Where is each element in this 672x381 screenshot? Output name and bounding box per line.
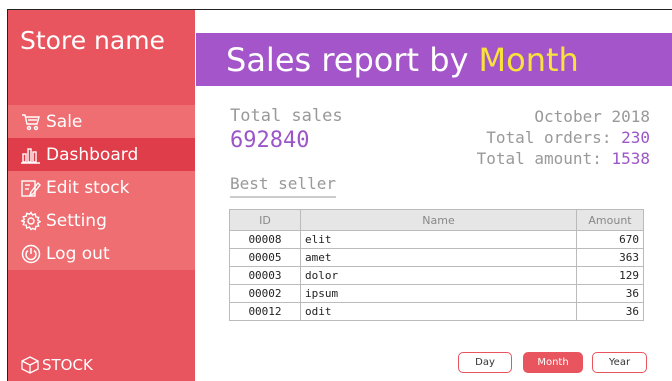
sidebar-item-label: Dashboard: [46, 144, 139, 165]
box-icon: [20, 355, 40, 375]
table-row: 00003 dolor 129: [229, 266, 644, 285]
edit-icon: [20, 178, 42, 198]
sidebar: Store name Sale Dashboard Edit stock Set…: [8, 10, 195, 381]
cell-id: 00005: [229, 248, 301, 267]
sidebar-nav: Sale Dashboard Edit stock Setting Log ou…: [8, 105, 195, 270]
cell-amount: 670: [576, 230, 644, 249]
total-orders: Total orders: 230: [477, 127, 650, 148]
sidebar-item-label: Edit stock: [46, 177, 130, 198]
cell-id: 00012: [229, 302, 301, 321]
total-orders-label: Total orders:: [486, 128, 612, 147]
sidebar-item-log-out[interactable]: Log out: [8, 237, 195, 270]
total-amount-label: Total amount:: [476, 149, 602, 168]
sidebar-item-dashboard[interactable]: Dashboard: [8, 138, 195, 171]
best-seller-table: ID Name Amount 00008 elit 670 00005 amet…: [229, 209, 644, 321]
column-header-name: Name: [300, 209, 577, 231]
cell-amount: 36: [576, 284, 644, 303]
cell-name: odit: [300, 302, 577, 321]
page-title: Sales report by: [226, 40, 469, 79]
total-orders-value: 230: [621, 128, 650, 147]
power-icon: [20, 244, 42, 264]
column-header-id: ID: [229, 209, 301, 231]
day-button[interactable]: Day: [458, 352, 512, 373]
total-sales-value: 692840: [230, 128, 310, 153]
cell-name: dolor: [300, 266, 577, 285]
gear-icon: [20, 210, 42, 231]
sidebar-item-edit-stock[interactable]: Edit stock: [8, 171, 195, 204]
bar-chart-icon: [20, 145, 42, 165]
table-row: 00012 odit 36: [229, 302, 644, 321]
cell-id: 00003: [229, 266, 301, 285]
sidebar-item-label: Setting: [46, 210, 107, 231]
cell-amount: 363: [576, 248, 644, 267]
cell-id: 00008: [229, 230, 301, 249]
table-header-row: ID Name Amount: [229, 209, 644, 231]
total-amount-value: 1538: [611, 149, 650, 168]
cell-name: ipsum: [300, 284, 577, 303]
page-header: Sales report by Month: [196, 33, 672, 86]
sidebar-item-sale[interactable]: Sale: [8, 105, 195, 138]
column-header-amount: Amount: [576, 209, 644, 231]
sidebar-item-setting[interactable]: Setting: [8, 204, 195, 237]
sidebar-item-label: Sale: [46, 111, 83, 132]
total-sales-label: Total sales: [230, 106, 343, 126]
year-button[interactable]: Year: [592, 352, 647, 373]
cell-amount: 36: [576, 302, 644, 321]
brand-footer: STOCK: [20, 355, 93, 375]
sidebar-item-label: Log out: [46, 243, 110, 264]
table-row: 00002 ipsum 36: [229, 284, 644, 303]
total-amount: Total amount: 1538: [477, 148, 650, 169]
summary-block: October 2018 Total orders: 230 Total amo…: [477, 106, 650, 169]
cell-name: elit: [300, 230, 577, 249]
table-row: 00008 elit 670: [229, 230, 644, 249]
cell-name: amet: [300, 248, 577, 267]
best-seller-title: Best seller: [230, 174, 336, 198]
cell-amount: 129: [576, 266, 644, 285]
brand-label: STOCK: [42, 356, 93, 374]
table-row: 00005 amet 363: [229, 248, 644, 267]
page-title-period: Month: [478, 40, 579, 79]
cell-id: 00002: [229, 284, 301, 303]
store-name: Store name: [20, 26, 165, 55]
report-date: October 2018: [534, 107, 650, 126]
month-button[interactable]: Month: [523, 352, 583, 373]
cart-icon: [20, 112, 42, 132]
